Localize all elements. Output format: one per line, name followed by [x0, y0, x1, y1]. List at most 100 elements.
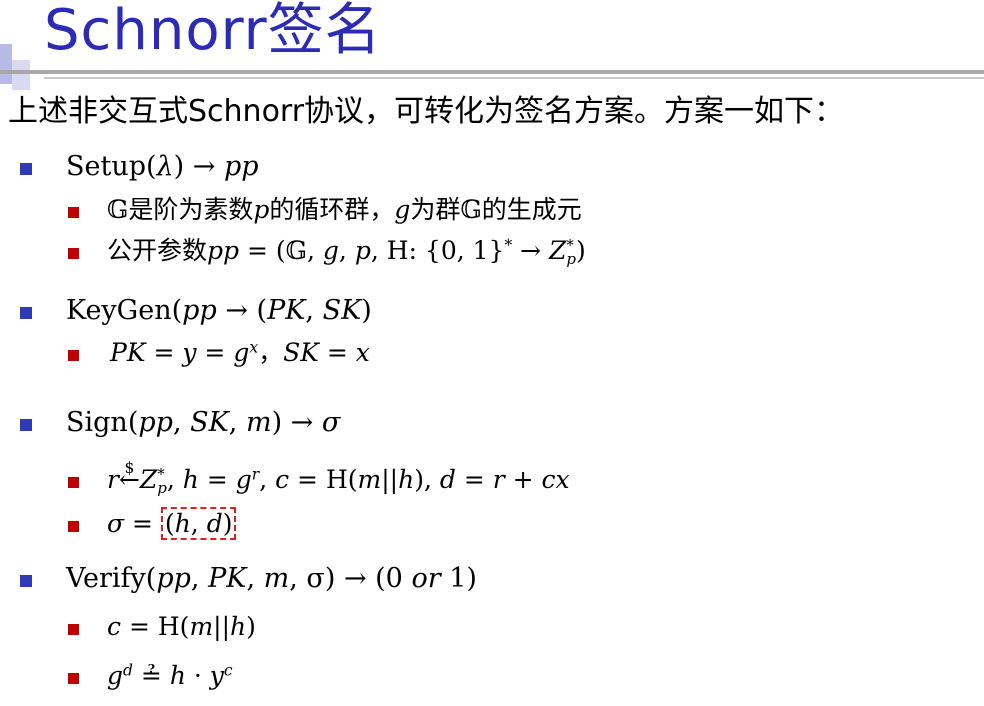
lambda: λ — [156, 151, 174, 182]
bullet-red-square — [68, 673, 79, 684]
text: = — [289, 465, 326, 494]
arrow: → — [512, 236, 550, 265]
arrow: ) → (0 — [324, 563, 412, 594]
arrow: → ( — [216, 295, 268, 326]
var-h: h — [398, 465, 415, 494]
text: ) — [576, 236, 586, 265]
z-scripts: * p — [566, 237, 577, 269]
text: 为群 — [410, 195, 461, 224]
var-pk: PK — [110, 338, 146, 367]
text: , — [338, 236, 355, 265]
text: = — [198, 465, 236, 494]
bullet-red-square — [68, 624, 79, 635]
text: , — [305, 295, 323, 326]
var-z: Z — [139, 465, 158, 494]
bullet-red-square — [68, 248, 79, 259]
sign-signature-line: σ = (h, d) — [107, 507, 237, 540]
verify-check-line: gd ? = h · yc — [107, 660, 233, 692]
var-p: p — [253, 195, 270, 224]
setup-heading: Setup(λ) → pp — [66, 151, 259, 182]
exp-x: x — [249, 338, 259, 357]
var-m: m — [245, 407, 272, 438]
bullet-red-square — [68, 477, 79, 488]
text: 1) — [440, 563, 477, 594]
arrow: → — [184, 151, 225, 182]
var-h: h — [230, 612, 247, 641]
pp-output: pp — [224, 151, 259, 182]
random-sample-arrow: $ ← — [119, 459, 140, 496]
bullet-red-square — [68, 207, 79, 218]
var-pp: pp — [156, 563, 191, 594]
text: ， — [258, 338, 284, 367]
text: ) — [361, 295, 372, 326]
var-sk: SK — [322, 295, 362, 326]
text: , — [166, 465, 183, 494]
var-pp: pp — [207, 236, 240, 265]
text: , — [172, 407, 191, 438]
bullet-red-square — [68, 350, 79, 361]
var-sk: SK — [190, 407, 229, 438]
text: , — [246, 563, 264, 594]
var-cx: cx — [541, 465, 570, 494]
hash-fn: H — [325, 465, 348, 494]
text: = — [124, 509, 161, 538]
sign-heading: Sign(pp, SK, m) → σ — [66, 407, 341, 438]
text: 的生成元 — [481, 195, 582, 224]
question-mark: ? — [147, 661, 156, 677]
text: , — [289, 563, 307, 594]
var-g: g — [394, 195, 411, 224]
var-d: d — [206, 509, 223, 538]
var-g: g — [235, 465, 252, 494]
var-y: y — [209, 661, 224, 690]
text: 公开参数 — [107, 236, 208, 265]
dollar-sign: $ — [124, 458, 135, 477]
bullet-blue-square — [20, 163, 32, 175]
fn-name: Setup — [66, 151, 146, 182]
keygen-keys-line: PK = y = gx，SK = x — [110, 337, 370, 369]
var-r: r — [492, 465, 505, 494]
exp-c: c — [223, 661, 233, 680]
var-pp: pp — [182, 295, 217, 326]
var-y: y — [182, 338, 197, 367]
fn-name: Sign — [66, 407, 128, 438]
var-m: m — [357, 465, 382, 494]
signature-dashed-box: (h, d) — [160, 507, 237, 540]
text: , — [190, 563, 209, 594]
var-g: g — [233, 338, 250, 367]
concat: || — [381, 465, 399, 494]
question-equals: ? = — [141, 660, 162, 692]
var-h: h — [169, 661, 186, 690]
var-z: Z — [549, 236, 567, 265]
setup-group-line: 𝔾是阶为素数p的循环群，g为群𝔾的生成元 — [107, 194, 582, 226]
bullet-red-square — [68, 521, 79, 532]
var-c: c — [107, 612, 122, 641]
fn-name: KeyGen — [66, 295, 172, 326]
var-m: m — [263, 563, 290, 594]
var-d: d — [439, 465, 456, 494]
concat: || — [213, 612, 231, 641]
title-decoration-light — [12, 60, 30, 90]
text: 是阶为素数 — [128, 195, 254, 224]
group-symbol: 𝔾 — [460, 195, 482, 224]
var-c: c — [275, 465, 290, 494]
var-sigma: σ — [107, 509, 125, 538]
text: = — [196, 338, 234, 367]
var-sigma: σ — [321, 407, 341, 438]
sub: p — [157, 479, 167, 498]
text: 的循环群， — [269, 195, 395, 224]
var-m: m — [189, 612, 214, 641]
text: , — [228, 407, 246, 438]
var-g: g — [322, 236, 339, 265]
hash-fn: H — [157, 612, 180, 641]
verify-hash-line: c = H(m||h) — [107, 612, 256, 641]
var-pk: PK — [208, 563, 247, 594]
var-r: r — [107, 465, 119, 494]
or-word: or — [411, 563, 441, 594]
sub: p — [566, 250, 577, 269]
bullet-blue-square — [20, 419, 32, 431]
text: : {0, 1} — [408, 236, 505, 265]
dot: · — [185, 661, 210, 690]
group-symbol: 𝔾 — [285, 236, 307, 265]
sign-compute-line: r $ ←Z * p, h = gr, c = H(m||h), d = r + cx — [107, 459, 570, 498]
bullet-blue-square — [20, 575, 32, 587]
